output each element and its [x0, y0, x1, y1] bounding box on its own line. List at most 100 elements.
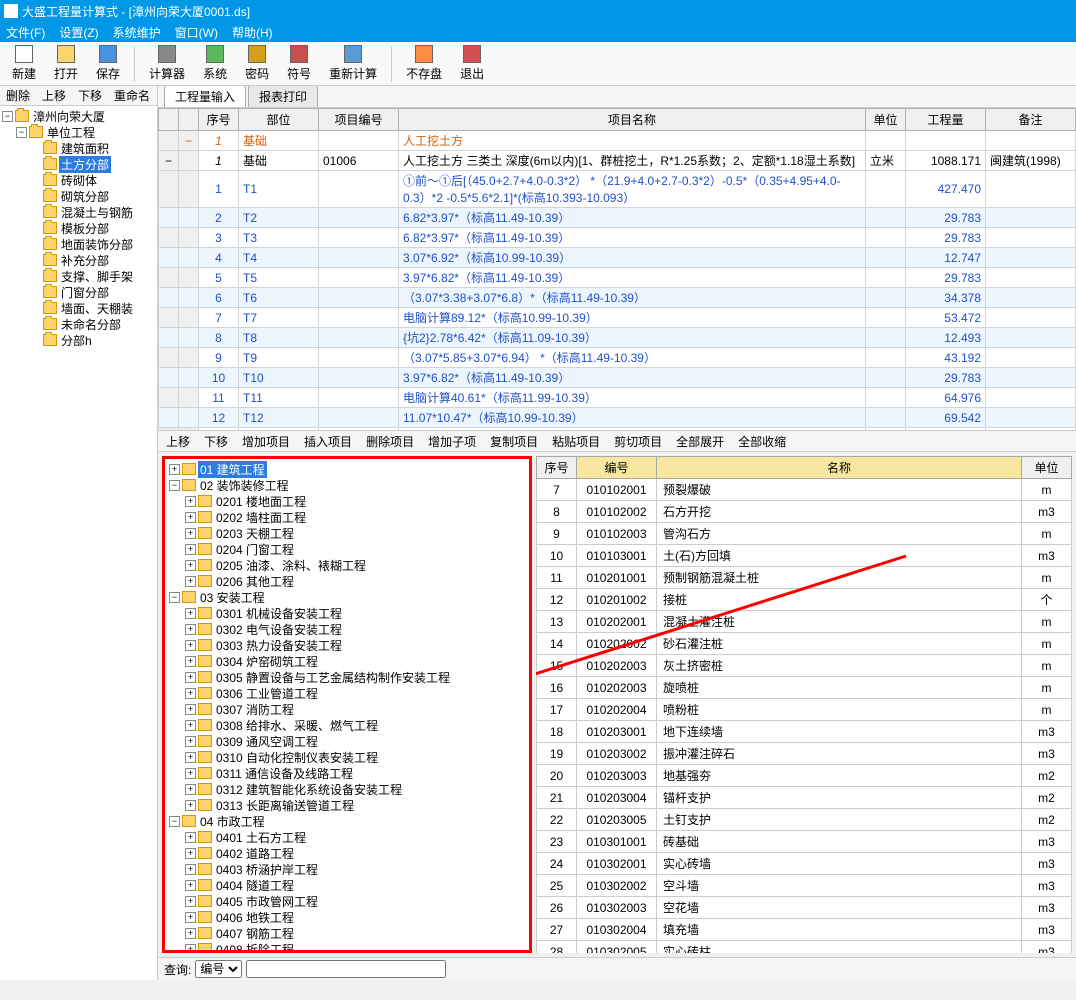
recalc-button[interactable]: 重新计算	[321, 43, 385, 84]
category-node[interactable]: +0201 楼地面工程	[167, 493, 527, 509]
menu-item[interactable]: 文件(F)	[6, 24, 45, 41]
grid-row[interactable]: 5T53.97*6.82*（标高11.49-10.39）29.783	[159, 268, 1076, 288]
category-node[interactable]: +0206 其他工程	[167, 573, 527, 589]
grid-row[interactable]: 7T7电脑计算89.12*（标高10.99-10.39）53.472	[159, 308, 1076, 328]
expand-icon[interactable]: +	[185, 928, 196, 939]
action-button[interactable]: 增加项目	[242, 433, 290, 450]
category-node[interactable]: +0303 热力设备安装工程	[167, 637, 527, 653]
menu-item[interactable]: 系统维护	[113, 24, 161, 41]
item-list-panel[interactable]: 序号编号名称单位7010102001预裂爆破m8010102002石方开挖m39…	[536, 456, 1072, 953]
category-node[interactable]: +0310 自动化控制仪表安装工程	[167, 749, 527, 765]
tree-node[interactable]: 建筑面积	[2, 140, 155, 156]
tree-node[interactable]: 未命名分部	[2, 316, 155, 332]
expand-icon[interactable]: +	[185, 704, 196, 715]
item-row[interactable]: 24010302001实心砖墙m3	[537, 853, 1072, 875]
item-row[interactable]: 13010202001混凝土灌注桩m	[537, 611, 1072, 633]
tree-node[interactable]: 分部h	[2, 332, 155, 348]
nosave-button[interactable]: 不存盘	[398, 43, 450, 84]
action-button[interactable]: 全部收缩	[738, 433, 786, 450]
expand-icon[interactable]: +	[185, 832, 196, 843]
item-row[interactable]: 23010301001砖基础m3	[537, 831, 1072, 853]
item-row[interactable]: 20010203003地基强夯m2	[537, 765, 1072, 787]
category-node[interactable]: +0405 市政管网工程	[167, 893, 527, 909]
category-node[interactable]: +0305 静置设备与工艺金属结构制作安装工程	[167, 669, 527, 685]
grid-row[interactable]: 3T36.82*3.97*（标高11.49-10.39）29.783	[159, 228, 1076, 248]
tree-node[interactable]: 模板分部	[2, 220, 155, 236]
expand-icon[interactable]: +	[185, 496, 196, 507]
grid-row[interactable]: 8T8{坑2}2.78*6.42*（标高11.09-10.39）12.493	[159, 328, 1076, 348]
category-node[interactable]: +0308 给排水、采暖、燃气工程	[167, 717, 527, 733]
tree-action[interactable]: 上移	[42, 87, 66, 104]
category-node[interactable]: +0401 土石方工程	[167, 829, 527, 845]
item-row[interactable]: 19010203002振冲灌注碎石m3	[537, 743, 1072, 765]
expand-icon[interactable]: +	[185, 656, 196, 667]
item-row[interactable]: 7010102001预裂爆破m	[537, 479, 1072, 501]
action-button[interactable]: 下移	[204, 433, 228, 450]
category-node[interactable]: +0406 地铁工程	[167, 909, 527, 925]
tree-node[interactable]: 砖砌体	[2, 172, 155, 188]
action-button[interactable]: 增加子项	[428, 433, 476, 450]
expand-icon[interactable]: +	[185, 848, 196, 859]
grid-row[interactable]: 11T11电脑计算40.61*（标高11.99-10.39）64.976	[159, 388, 1076, 408]
item-table[interactable]: 序号编号名称单位7010102001预裂爆破m8010102002石方开挖m39…	[536, 456, 1072, 953]
pwd-button[interactable]: 密码	[237, 43, 277, 84]
expand-icon[interactable]: +	[185, 528, 196, 539]
category-node[interactable]: +0402 道路工程	[167, 845, 527, 861]
category-node[interactable]: +0302 电气设备安装工程	[167, 621, 527, 637]
tab[interactable]: 报表打印	[248, 86, 318, 107]
category-node[interactable]: −03 安装工程	[167, 589, 527, 605]
category-node[interactable]: +0403 桥涵护岸工程	[167, 861, 527, 877]
expand-icon[interactable]: +	[185, 576, 196, 587]
expand-icon[interactable]: −	[169, 480, 180, 491]
grid-row[interactable]: 4T43.07*6.92*（标高10.99-10.39）12.747	[159, 248, 1076, 268]
expand-icon[interactable]: +	[185, 880, 196, 891]
category-node[interactable]: +0311 通信设备及线路工程	[167, 765, 527, 781]
menu-item[interactable]: 帮助(H)	[232, 24, 273, 41]
search-field-select[interactable]: 编号	[195, 960, 242, 978]
category-panel[interactable]: +01 建筑工程−02 装饰装修工程+0201 楼地面工程+0202 墙柱面工程…	[162, 456, 532, 953]
tree-action[interactable]: 删除	[6, 87, 30, 104]
category-node[interactable]: +0306 工业管道工程	[167, 685, 527, 701]
action-button[interactable]: 上移	[166, 433, 190, 450]
item-row[interactable]: 9010102003管沟石方m	[537, 523, 1072, 545]
action-button[interactable]: 复制项目	[490, 433, 538, 450]
category-node[interactable]: +0313 长距离输送管道工程	[167, 797, 527, 813]
expand-icon[interactable]: +	[185, 688, 196, 699]
tree-node[interactable]: −漳州向荣大厦	[2, 108, 155, 124]
category-node[interactable]: +01 建筑工程	[167, 461, 527, 477]
quantity-grid[interactable]: 序号部位项目编号项目名称单位工程量备注−1基础人工挖土方−1基础01006人工挖…	[158, 108, 1076, 430]
tree-node[interactable]: 土方分部	[2, 156, 155, 172]
category-node[interactable]: +0307 消防工程	[167, 701, 527, 717]
expand-icon[interactable]: +	[185, 800, 196, 811]
expand-icon[interactable]: −	[169, 592, 180, 603]
category-node[interactable]: +0202 墙柱面工程	[167, 509, 527, 525]
tree-action[interactable]: 下移	[78, 87, 102, 104]
grid-row[interactable]: 2T26.82*3.97*（标高11.49-10.39）29.783	[159, 208, 1076, 228]
tree-node[interactable]: 门窗分部	[2, 284, 155, 300]
expand-icon[interactable]: +	[185, 608, 196, 619]
open-button[interactable]: 打开	[46, 43, 86, 84]
category-node[interactable]: +0304 炉窑砌筑工程	[167, 653, 527, 669]
category-node[interactable]: +0205 油漆、涂料、裱糊工程	[167, 557, 527, 573]
expand-icon[interactable]: +	[169, 464, 180, 475]
expand-icon[interactable]: +	[185, 672, 196, 683]
tree-node[interactable]: 地面装饰分部	[2, 236, 155, 252]
expand-icon[interactable]: +	[185, 896, 196, 907]
grid-row[interactable]: 12T1211.07*10.47*（标高10.99-10.39）69.542	[159, 408, 1076, 428]
expand-icon[interactable]: −	[169, 816, 180, 827]
item-row[interactable]: 11010201001预制钢筋混凝土桩m	[537, 567, 1072, 589]
item-row[interactable]: 22010203005土钉支护m2	[537, 809, 1072, 831]
item-row[interactable]: 18010203001地下连续墙m3	[537, 721, 1072, 743]
expand-icon[interactable]: +	[185, 736, 196, 747]
save-button[interactable]: 保存	[88, 43, 128, 84]
tree-action[interactable]: 重命名	[114, 87, 150, 104]
grid-row[interactable]: 9T9（3.07*5.85+3.07*6.94） *（标高11.49-10.39…	[159, 348, 1076, 368]
grid-row[interactable]: −1基础人工挖土方	[159, 131, 1076, 151]
item-row[interactable]: 27010302004填充墙m3	[537, 919, 1072, 941]
category-node[interactable]: −04 市政工程	[167, 813, 527, 829]
calc-button[interactable]: 计算器	[141, 43, 193, 84]
item-row[interactable]: 12010201002接桩个	[537, 589, 1072, 611]
category-node[interactable]: −02 装饰装修工程	[167, 477, 527, 493]
expand-icon[interactable]: +	[185, 912, 196, 923]
grid-row[interactable]: 6T6（3.07*3.38+3.07*6.8）*（标高11.49-10.39）3…	[159, 288, 1076, 308]
